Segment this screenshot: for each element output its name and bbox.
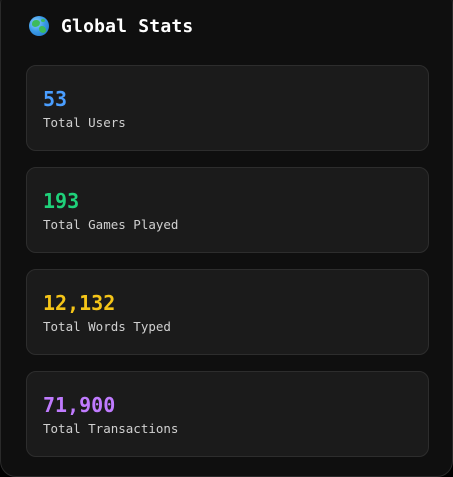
stat-value: 12,132 bbox=[43, 291, 116, 315]
stat-value: 193 bbox=[43, 189, 80, 213]
stat-card-transactions: 71,900 Total Transactions bbox=[26, 371, 429, 457]
stat-value: 71,900 bbox=[43, 393, 116, 417]
stat-card-games: 193 Total Games Played bbox=[26, 167, 429, 253]
stat-label: Total Users bbox=[43, 115, 126, 130]
stat-label: Total Games Played bbox=[43, 217, 179, 232]
stats-list: 53 Total Users 193 Total Games Played 12… bbox=[26, 65, 429, 473]
panel-header: Global Stats bbox=[29, 14, 193, 38]
stat-card-words: 12,132 Total Words Typed bbox=[26, 269, 429, 355]
panel-title: Global Stats bbox=[61, 15, 194, 37]
global-stats-panel: Global Stats 53 Total Users 193 Total Ga… bbox=[0, 0, 453, 477]
stat-card-users: 53 Total Users bbox=[26, 65, 429, 151]
globe-icon bbox=[29, 16, 49, 36]
stat-label: Total Transactions bbox=[43, 421, 179, 436]
stat-value: 53 bbox=[43, 87, 68, 111]
stat-label: Total Words Typed bbox=[43, 319, 171, 334]
